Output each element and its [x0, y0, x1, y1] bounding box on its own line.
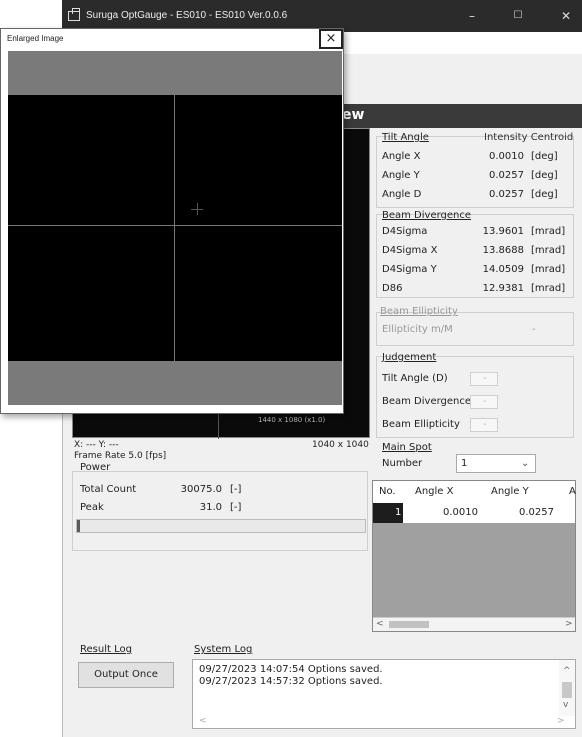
angle-d-unit: [deg] — [531, 189, 558, 200]
minimize-button[interactable]: – — [462, 8, 482, 24]
d4sigma-y-unit: [mrad] — [531, 264, 566, 275]
scroll-thumb[interactable] — [389, 621, 429, 628]
chevron-down-icon: ⌄ — [521, 458, 530, 469]
enlarged-window-title: Enlarged Image — [7, 34, 64, 43]
image-size-label: 1040 x 1040 — [312, 440, 369, 450]
judgement-title: Judgement — [382, 352, 437, 363]
power-progress-bar — [76, 519, 366, 533]
d86-label: D86 — [382, 283, 403, 294]
view-header-label: ew — [342, 107, 365, 123]
number-select[interactable]: 1 ⌄ — [456, 454, 536, 473]
column-header-angle-x[interactable]: Angle X — [415, 486, 454, 497]
table-horizontal-scrollbar[interactable]: < > — [373, 617, 575, 631]
maximize-button[interactable]: ☐ — [508, 8, 528, 24]
divergence-title: Beam Divergence — [382, 210, 472, 221]
d4sigma-x-value: 13.8688 — [482, 245, 524, 256]
power-progress-fill — [77, 520, 80, 532]
judge-tilt-indicator: - — [470, 372, 498, 386]
grid-line-vertical — [174, 95, 175, 361]
judge-ellipticity-label: Beam Ellipticity — [382, 419, 460, 430]
app-icon — [68, 8, 80, 21]
d4sigma-y-value: 14.0509 — [482, 264, 524, 275]
tilt-mode: Intensity Centroid — [484, 132, 574, 143]
system-log-title: System Log — [194, 644, 253, 655]
judge-tilt-label: Tilt Angle (D) — [382, 373, 448, 384]
angle-d-label: Angle D — [382, 189, 422, 200]
ellipticity-label: Ellipticity m/M — [382, 324, 453, 335]
scroll-up-icon[interactable]: ^ — [563, 666, 571, 676]
d4sigma-y-label: D4Sigma Y — [382, 264, 437, 275]
angle-d-value: 0.0257 — [489, 189, 524, 200]
judge-ellipticity-value: - — [483, 419, 487, 430]
judge-ellipticity-indicator: - — [470, 418, 498, 432]
judge-divergence-value: - — [483, 396, 487, 407]
enlarged-bottom-margin — [8, 361, 342, 405]
angle-x-value: 0.0010 — [489, 151, 524, 162]
table-row[interactable]: 1 0.0010 0.0257 — [373, 503, 575, 523]
d4sigma-label: D4Sigma — [382, 226, 428, 237]
number-select-value: 1 — [461, 458, 468, 469]
total-count-unit: [-] — [230, 484, 242, 495]
judge-tilt-value: - — [483, 373, 487, 384]
angle-y-unit: [deg] — [531, 170, 558, 181]
enlarged-close-button[interactable]: × — [319, 29, 343, 49]
enlarged-title-bar[interactable]: Enlarged Image × — [1, 29, 343, 51]
scroll-down-icon[interactable]: v — [563, 700, 568, 710]
scroll-right-icon[interactable]: > — [565, 619, 573, 629]
ellipticity-value: - — [532, 324, 536, 335]
system-log-box[interactable]: 09/27/2023 14:07:54 Options saved. 09/27… — [192, 659, 576, 729]
crosshair-vertical — [197, 203, 198, 215]
d4sigma-value: 13.9601 — [482, 226, 524, 237]
judge-divergence-indicator: - — [470, 395, 498, 409]
spot-table[interactable]: No. Angle X Angle Y A 1 0.0010 0.0257 < … — [372, 480, 576, 632]
window-title: Suruga OptGauge - ES010 - ES010 Ver.0.0.… — [86, 10, 288, 21]
log-scroll-right-icon[interactable]: > — [557, 716, 565, 726]
total-count-value: 30075.0 — [180, 484, 222, 495]
d86-unit: [mrad] — [531, 283, 566, 294]
d4sigma-x-unit: [mrad] — [531, 245, 566, 256]
number-label: Number — [382, 458, 423, 469]
enlarged-top-margin — [8, 51, 342, 95]
angle-y-value: 0.0257 — [489, 170, 524, 181]
spot-table-header: No. Angle X Angle Y A — [373, 481, 576, 503]
log-vertical-scrollbar[interactable]: ^ v — [559, 660, 575, 716]
close-button[interactable]: ✕ — [556, 8, 576, 24]
peak-unit: [-] — [230, 502, 242, 513]
log-line: 09/27/2023 14:07:54 Options saved. — [199, 664, 383, 675]
log-scroll-thumb[interactable] — [562, 682, 572, 698]
angle-x-label: Angle X — [382, 151, 421, 162]
frame-rate: Frame Rate 5.0 [fps] — [74, 451, 167, 461]
peak-value: 31.0 — [199, 502, 222, 513]
column-header-angle-y[interactable]: Angle Y — [491, 486, 529, 497]
tilt-title: Tilt Angle — [382, 132, 429, 143]
angle-x-unit: [deg] — [531, 151, 558, 162]
judge-divergence-label: Beam Divergence — [382, 396, 472, 407]
total-count-label: Total Count — [80, 484, 137, 495]
grid-line-horizontal — [8, 225, 342, 226]
ellipticity-title: Beam Ellipticity — [380, 306, 458, 317]
column-header-no[interactable]: No. — [379, 486, 396, 497]
cursor-coords: X: --- Y: --- — [74, 440, 119, 450]
result-log-title: Result Log — [80, 644, 132, 655]
column-header-extra[interactable]: A — [569, 486, 576, 497]
peak-label: Peak — [80, 502, 104, 513]
log-line: 09/27/2023 14:57:32 Options saved. — [199, 676, 383, 687]
row-number: 1 — [395, 507, 402, 518]
scroll-left-icon[interactable]: < — [376, 619, 384, 629]
enlarged-image-window[interactable]: Enlarged Image × — [0, 28, 344, 414]
d86-value: 12.9381 — [482, 283, 524, 294]
angle-y-label: Angle Y — [382, 170, 420, 181]
d4sigma-x-label: D4Sigma X — [382, 245, 438, 256]
row-number-cell: 1 — [373, 503, 403, 523]
view-header: ew — [342, 104, 582, 128]
enlarged-beam-image[interactable] — [8, 95, 342, 389]
image-resolution-label: 1440 x 1080 (x1.0) — [258, 416, 326, 424]
output-once-label: Output Once — [94, 669, 158, 680]
row-angle-y: 0.0257 — [519, 507, 554, 518]
main-spot-title: Main Spot — [382, 442, 432, 453]
row-angle-x: 0.0010 — [443, 507, 478, 518]
d4sigma-unit: [mrad] — [531, 226, 566, 237]
output-once-button[interactable]: Output Once — [78, 662, 174, 688]
log-scroll-left-icon[interactable]: < — [199, 716, 207, 726]
